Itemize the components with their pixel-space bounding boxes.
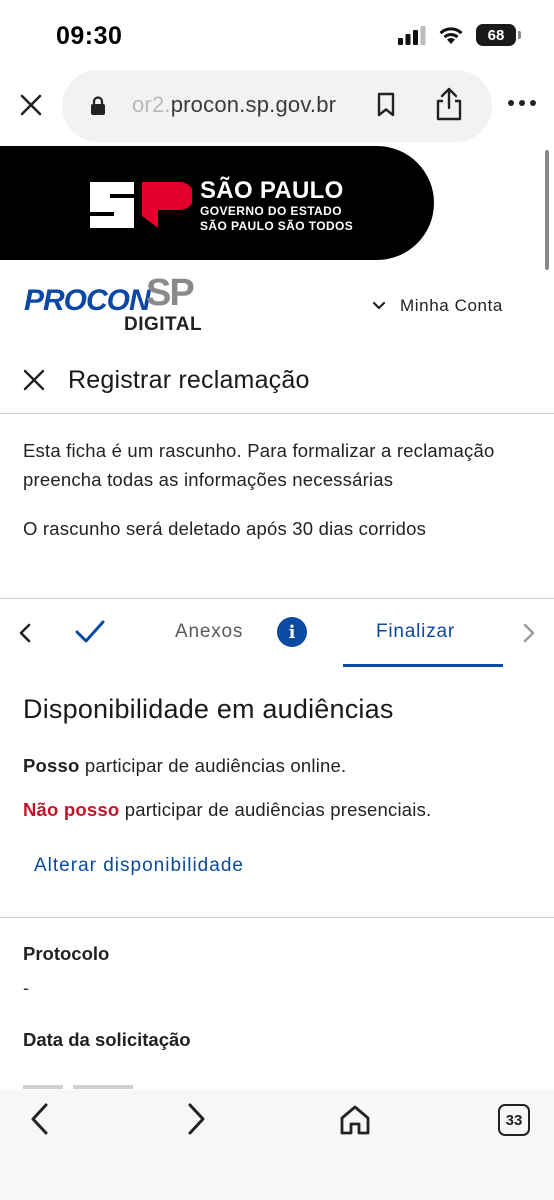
battery-indicator: 68 (476, 24, 521, 46)
chevron-down-icon (372, 301, 386, 310)
browser-bottom-toolbar: 33 (0, 1090, 554, 1200)
account-label: Minha Conta (400, 296, 503, 315)
presencial-rest: participar de audiências presenciais. (119, 799, 432, 820)
step-navigation: Anexos i Finalizar (0, 600, 554, 668)
gov-text: SÃO PAULO GOVERNO DO ESTADO SÃO PAULO SÃ… (200, 178, 353, 234)
chevron-right-icon[interactable] (518, 622, 538, 644)
chevron-left-icon[interactable] (16, 622, 36, 644)
url-domain: procon.sp.gov.br (170, 92, 337, 117)
sp-government-logo (90, 182, 192, 228)
procon-logo-digital: DIGITAL (124, 314, 203, 335)
close-icon (20, 94, 42, 116)
home-icon[interactable] (338, 1104, 372, 1136)
presencial-availability: Não posso participar de audiências prese… (23, 799, 431, 821)
url-prefix: or2. (132, 92, 171, 117)
status-icons: 68 (398, 24, 521, 46)
account-menu[interactable]: Minha Conta (372, 296, 503, 316)
gov-banner: SÃO PAULO GOVERNO DO ESTADO SÃO PAULO SÃ… (0, 146, 434, 260)
url-text: or2.procon.sp.gov.br (132, 92, 336, 118)
forward-icon[interactable] (182, 1102, 210, 1136)
scrollbar[interactable] (545, 150, 549, 270)
active-tab-indicator (343, 664, 503, 667)
deletion-notice: O rascunho será deletado após 30 dias co… (23, 518, 427, 539)
more-options-icon[interactable] (508, 100, 536, 106)
presencial-strong: Não posso (23, 799, 120, 820)
checkmark-icon[interactable] (74, 618, 106, 646)
online-strong: Posso (23, 755, 80, 776)
change-availability-link[interactable]: Alterar disponibilidade (34, 855, 244, 877)
availability-title: Disponibilidade em audiências (23, 694, 394, 724)
online-availability: Posso participar de audiências online. (23, 755, 346, 777)
close-icon[interactable] (22, 368, 46, 392)
tab-finalizar[interactable]: Finalizar (376, 621, 455, 643)
share-icon[interactable] (434, 86, 464, 122)
tab-anexos[interactable]: Anexos (175, 621, 243, 643)
divider (0, 598, 554, 599)
page-title: Registrar reclamação (68, 366, 310, 394)
close-tab-button[interactable] (14, 88, 48, 122)
draft-info: Esta ficha é um rascunho. Para formaliza… (23, 436, 543, 543)
wifi-icon (439, 27, 463, 44)
online-rest: participar de audiências online. (79, 755, 347, 776)
address-bar[interactable]: or2.procon.sp.gov.br (62, 70, 492, 142)
lock-icon (91, 96, 105, 115)
protocolo-value: - (23, 978, 29, 998)
gov-title: SÃO PAULO (200, 177, 344, 204)
gov-slogan: SÃO PAULO SÃO TODOS (200, 219, 354, 233)
tabs-button[interactable]: 33 (498, 1104, 530, 1136)
clipped-content (23, 1082, 183, 1090)
gov-subtitle: GOVERNO DO ESTADO (200, 204, 342, 218)
page-header: Registrar reclamação (0, 352, 554, 414)
data-solicitacao-label: Data da solicitação (23, 1029, 191, 1050)
cellular-signal-icon (398, 26, 426, 45)
procon-logo-word: PROCON (24, 284, 151, 317)
procon-logo[interactable]: PROCON SP DIGITAL (24, 272, 210, 336)
procon-logo-sp: SP (146, 272, 195, 314)
back-icon[interactable] (26, 1102, 54, 1136)
browser-toolbar: or2.procon.sp.gov.br (0, 68, 554, 146)
draft-notice: Esta ficha é um rascunho. Para formaliza… (23, 440, 495, 490)
status-bar: 09:30 68 (0, 0, 554, 70)
bookmark-icon[interactable] (376, 92, 396, 118)
info-icon[interactable]: i (277, 617, 307, 647)
protocolo-label: Protocolo (23, 943, 110, 964)
divider (0, 917, 554, 918)
status-time: 09:30 (56, 22, 123, 50)
